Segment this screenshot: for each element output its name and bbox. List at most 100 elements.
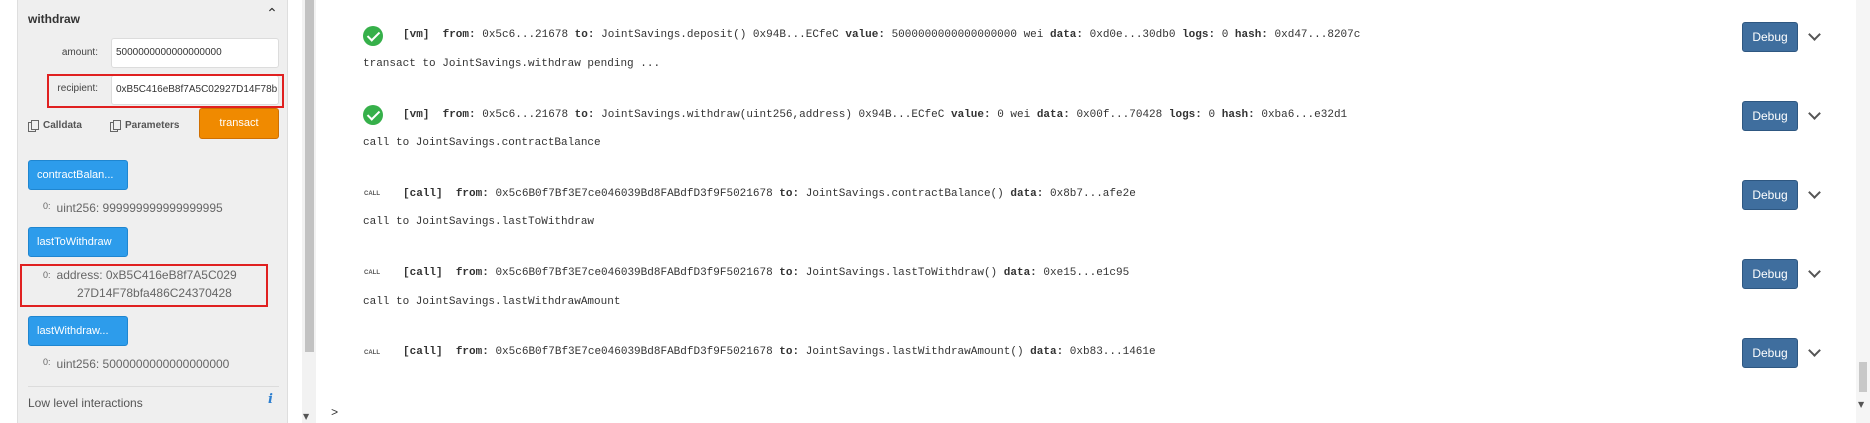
to-value: JointSavings.lastWithdrawAmount() [805, 346, 1024, 358]
last-withdraw-amount-result: 0: uint256: 5000000000000000000 [43, 357, 229, 371]
tx-entry-3[interactable]: [call] from: 0x5c6B0f7Bf3E7ce046039Bd8FA… [403, 267, 1129, 279]
copy-icon [110, 120, 121, 132]
chevron-down-icon[interactable] [1808, 188, 1822, 202]
hash-label: hash: [1234, 29, 1268, 41]
contract-balance-result: 0: uint256: 999999999999999995 [43, 201, 223, 215]
logs-value: 0 [1221, 29, 1229, 41]
call-badge: CALL [364, 350, 380, 356]
debug-button[interactable]: Debug [1742, 101, 1798, 131]
last-withdraw-amount-button[interactable]: lastWithdraw... [28, 316, 128, 346]
divider [28, 386, 279, 387]
data-label: data: [1050, 29, 1084, 41]
call-badge: CALL [364, 191, 380, 197]
chevron-down-icon[interactable] [1808, 30, 1822, 44]
scroll-down-arrow-icon[interactable]: ▼ [1858, 400, 1864, 409]
log-message: call to JointSavings.lastWithdrawAmount [363, 296, 621, 308]
chevron-down-icon[interactable] [1808, 109, 1822, 123]
to-label: to: [779, 188, 800, 200]
success-check-icon [363, 26, 383, 46]
tx-badge: [call] [403, 346, 443, 358]
to-value: JointSavings.withdraw(uint256,address) 0… [601, 109, 945, 121]
to-label: to: [779, 267, 800, 279]
to-value: JointSavings.deposit() 0x94B...ECfeC [601, 29, 839, 41]
tx-badge: [call] [403, 267, 443, 279]
chevron-up-icon[interactable]: ⌃ [264, 6, 280, 22]
contract-function-panel: withdraw ⌃ amount: 5000000000000000000 r… [17, 0, 288, 423]
left-panel: withdraw ⌃ amount: 5000000000000000000 r… [0, 0, 290, 423]
result-value: uint256: 5000000000000000000 [56, 357, 230, 371]
terminal-scrollbar-thumb[interactable] [1859, 362, 1867, 392]
data-value: 0x00f...70428 [1076, 109, 1163, 121]
tx-entry-0[interactable]: [vm] from: 0x5c6...21678 to: JointSaving… [403, 29, 1360, 41]
value-label: value: [950, 109, 991, 121]
to-label: to: [779, 346, 800, 358]
logs-label: logs: [1182, 29, 1216, 41]
result-value: uint256: 999999999999999995 [56, 201, 223, 215]
hash-value: 0xd47...8207c [1274, 29, 1361, 41]
logs-value: 0 [1208, 109, 1216, 121]
terminal-scrollbar[interactable] [1856, 0, 1870, 423]
data-value: 0xd0e...30db0 [1089, 29, 1176, 41]
to-label: to: [574, 109, 595, 121]
function-title: withdraw [28, 12, 81, 26]
data-label: data: [1030, 346, 1064, 358]
copy-icon [28, 120, 39, 132]
from-label: from: [455, 346, 489, 358]
parameters-button[interactable]: Parameters [110, 120, 180, 132]
from-value: 0x5c6B0f7Bf3E7ce046039Bd8FABdfD3f9F50216… [495, 346, 773, 358]
tx-badge: [vm] [403, 109, 430, 121]
contract-balance-button[interactable]: contractBalan... [28, 160, 128, 190]
from-value: 0x5c6...21678 [482, 109, 569, 121]
debug-button[interactable]: Debug [1742, 259, 1798, 289]
parameters-label: Parameters [125, 120, 180, 131]
from-label: from: [442, 29, 476, 41]
success-check-icon [363, 105, 383, 125]
log-message: transact to JointSavings.withdraw pendin… [363, 58, 661, 70]
value-value: 5000000000000000000 wei [891, 29, 1044, 41]
logs-label: logs: [1168, 109, 1202, 121]
value-label: value: [845, 29, 885, 41]
result-index: 0: [43, 201, 51, 211]
highlight-box-recipient [47, 74, 284, 108]
amount-input[interactable]: 5000000000000000000 [111, 38, 279, 68]
last-to-withdraw-button[interactable]: lastToWithdraw [28, 227, 128, 257]
scroll-down-arrow-icon[interactable]: ▼ [303, 412, 309, 421]
data-value: 0x8b7...afe2e [1050, 188, 1136, 200]
from-value: 0x5c6B0f7Bf3E7ce046039Bd8FABdfD3f9F50216… [495, 267, 773, 279]
call-badge: CALL [364, 270, 380, 276]
highlight-box-address [20, 264, 268, 307]
data-label: data: [1003, 267, 1037, 279]
tx-badge: [call] [403, 188, 443, 200]
debug-button[interactable]: Debug [1742, 180, 1798, 210]
hash-value: 0xba6...e32d1 [1261, 109, 1348, 121]
data-value: 0xe15...e1c95 [1043, 267, 1130, 279]
info-icon[interactable]: i [268, 392, 280, 407]
log-message: call to JointSavings.contractBalance [363, 137, 601, 149]
low-level-interactions-label: Low level interactions [28, 396, 143, 410]
tx-entry-1[interactable]: [vm] from: 0x5c6...21678 to: JointSaving… [403, 109, 1347, 121]
tx-entry-2[interactable]: [call] from: 0x5c6B0f7Bf3E7ce046039Bd8FA… [403, 188, 1136, 200]
from-value: 0x5c6B0f7Bf3E7ce046039Bd8FABdfD3f9F50216… [495, 188, 773, 200]
data-label: data: [1010, 188, 1044, 200]
from-label: from: [455, 267, 489, 279]
amount-label: amount: [61, 47, 98, 58]
chevron-down-icon[interactable] [1808, 346, 1822, 360]
tx-entry-4[interactable]: [call] from: 0x5c6B0f7Bf3E7ce046039Bd8FA… [403, 346, 1156, 358]
from-label: from: [455, 188, 489, 200]
from-label: from: [442, 109, 476, 121]
to-label: to: [574, 29, 595, 41]
tx-badge: [vm] [403, 29, 430, 41]
transact-button[interactable]: transact [199, 108, 279, 139]
chevron-down-icon[interactable] [1808, 267, 1822, 281]
panel-scrollbar-thumb[interactable] [305, 0, 314, 352]
calldata-button[interactable]: Calldata [28, 120, 82, 132]
debug-button[interactable]: Debug [1742, 22, 1798, 52]
to-value: JointSavings.lastToWithdraw() [805, 267, 998, 279]
data-value: 0xb83...1461e [1069, 346, 1156, 358]
calldata-label: Calldata [43, 120, 82, 131]
debug-button[interactable]: Debug [1742, 338, 1798, 368]
data-label: data: [1036, 109, 1070, 121]
terminal-prompt[interactable]: > [331, 406, 338, 420]
to-value: JointSavings.contractBalance() [805, 188, 1004, 200]
log-message: call to JointSavings.lastToWithdraw [363, 216, 595, 228]
